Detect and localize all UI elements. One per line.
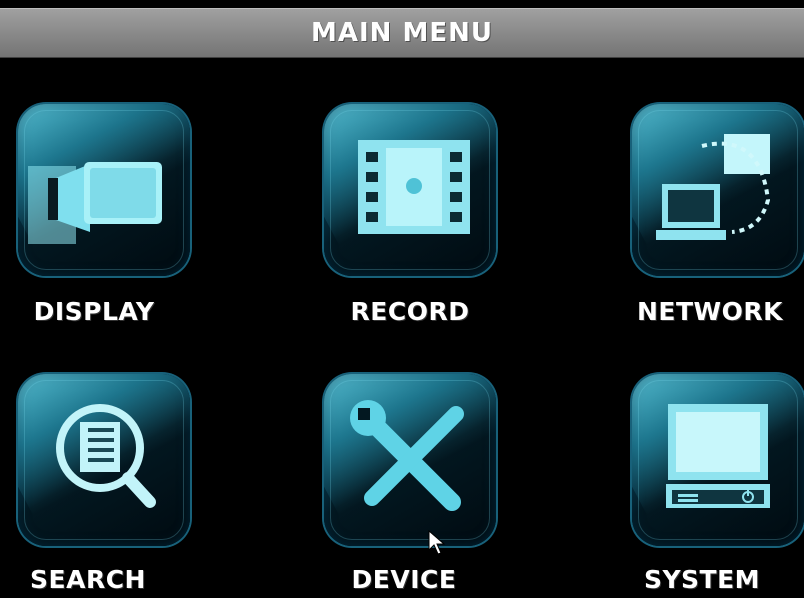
film-strip-icon	[358, 140, 470, 234]
wrench-screwdriver-icon	[350, 400, 464, 511]
menu-item-network[interactable]	[632, 104, 804, 276]
menu-item-record[interactable]	[324, 104, 496, 276]
menu-label-record[interactable]: RECORD	[310, 294, 510, 330]
title-bar: MAIN MENU	[0, 8, 804, 58]
menu-label-system[interactable]: SYSTEM	[602, 562, 802, 598]
menu-item-display[interactable]	[18, 104, 190, 276]
network-icon	[656, 134, 771, 240]
computer-power-icon	[666, 404, 770, 508]
menu-label-display[interactable]: DISPLAY	[0, 294, 194, 330]
menu-label-device[interactable]: DEVICE	[304, 562, 504, 598]
menu-label-network[interactable]: NETWORK	[610, 294, 804, 330]
mouse-cursor-icon	[428, 530, 446, 555]
menu-item-device[interactable]	[324, 374, 496, 546]
page-title: MAIN MENU	[311, 18, 493, 48]
menu-item-search[interactable]	[18, 374, 190, 546]
menu-label-search[interactable]: SEARCH	[0, 562, 188, 598]
menu-item-system[interactable]	[632, 374, 804, 546]
magnifier-document-icon	[56, 404, 156, 508]
display-icon	[28, 162, 162, 244]
